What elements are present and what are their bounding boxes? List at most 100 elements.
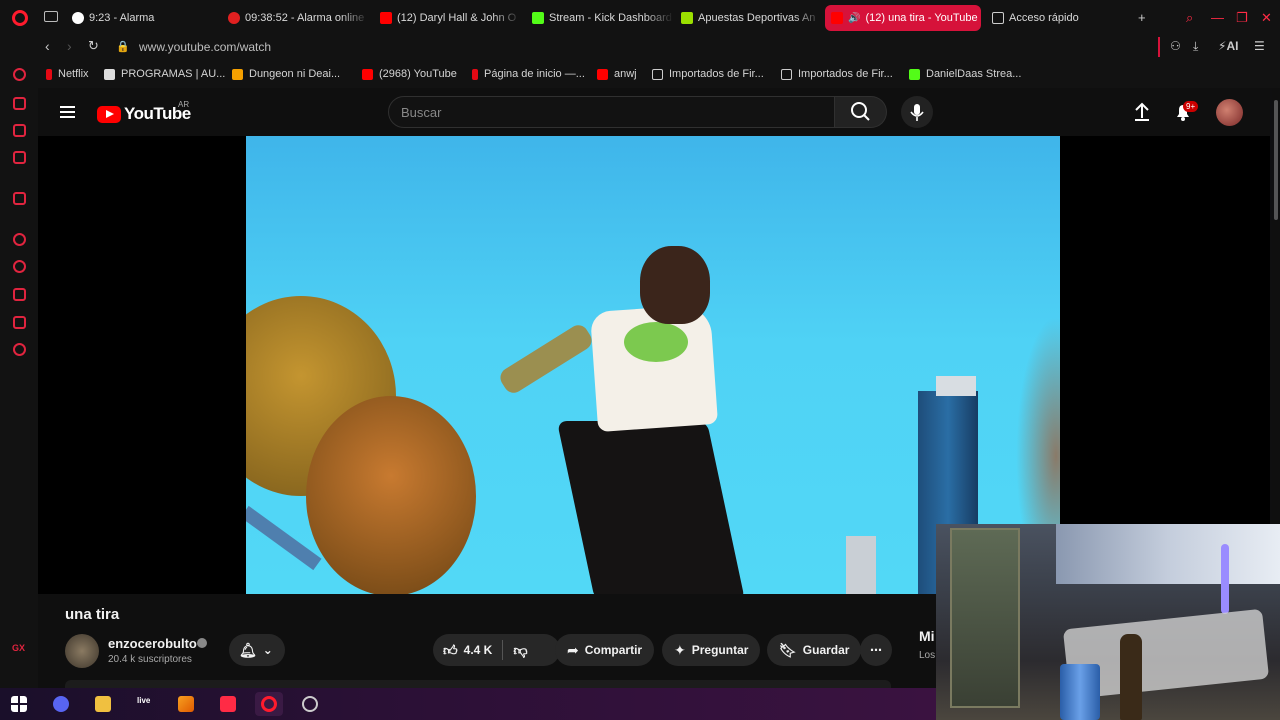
opera-gx-taskbar-button[interactable] — [255, 692, 283, 716]
windows-start-icon[interactable] — [11, 696, 27, 712]
ask-button[interactable]: ✦ Preguntar — [662, 634, 761, 666]
tab-apuestas[interactable]: Apuestas Deportivas An — [675, 5, 823, 31]
menu-hamburger-icon[interactable] — [60, 106, 75, 118]
voice-search-button[interactable] — [901, 96, 933, 128]
bookmark-programas[interactable]: PROGRAMAS | AU... — [104, 68, 225, 80]
description-box[interactable] — [65, 680, 891, 688]
save-label: Guardar — [802, 643, 850, 657]
gx-label[interactable]: GX — [12, 643, 25, 653]
settings-icon[interactable] — [13, 343, 26, 356]
bookmark-anwj[interactable]: anwj — [597, 68, 637, 80]
kick-icon — [532, 12, 544, 24]
tab-label: Acceso rápido — [1009, 12, 1079, 24]
bookmark-label: PROGRAMAS | AU... — [121, 68, 226, 80]
folder-icon — [652, 68, 663, 80]
site-icon — [232, 68, 243, 80]
close-icon[interactable]: ✕ — [1261, 10, 1272, 26]
new-tab-icon[interactable]: + — [1138, 10, 1146, 25]
tab-label: (12) una tira - YouTube — [865, 12, 978, 24]
scrollbar-thumb[interactable] — [1274, 100, 1278, 220]
save-button[interactable]: 🔖︎ Guardar — [767, 634, 862, 666]
webcam-overlay — [936, 524, 1280, 720]
tab-una-tira-active[interactable]: 🔊 (12) una tira - YouTube — [825, 5, 981, 31]
url-field[interactable]: www.youtube.com/watch — [139, 40, 271, 54]
tab-label: Apuestas Deportivas An — [698, 12, 816, 24]
bookmark-pagina-inicio[interactable]: Página de inicio —... — [472, 68, 585, 80]
music-player-icon[interactable] — [13, 151, 26, 164]
like-count[interactable]: 4.4 K — [464, 643, 493, 657]
back-icon[interactable]: ‹ — [45, 38, 50, 54]
download-icon[interactable]: ⤓ — [1193, 39, 1198, 54]
menu-icon[interactable]: ☰ — [1254, 39, 1265, 53]
more-actions-button[interactable]: ⋯ — [860, 634, 892, 666]
opera-logo-icon[interactable] — [12, 10, 28, 26]
tab-kick-dashboard[interactable]: Stream - Kick Dashboard — [526, 5, 674, 31]
share-button[interactable]: ➦ Compartir — [555, 634, 655, 666]
bookmark-danieldaas[interactable]: DanielDaas Strea... — [909, 68, 1021, 80]
tab-search-icon[interactable]: ⌕ — [1186, 10, 1193, 26]
kick-icon — [909, 68, 920, 80]
history-icon[interactable] — [13, 260, 26, 273]
webcam-light — [1221, 544, 1229, 614]
country-code: AR — [178, 100, 190, 109]
minimize-icon[interactable]: — — [1211, 10, 1224, 25]
tab-acceso-rapido[interactable]: Acceso rápido — [986, 5, 1096, 31]
upload-icon[interactable] — [1133, 102, 1151, 122]
webcam-wall — [1056, 524, 1280, 584]
verified-icon — [197, 638, 207, 648]
obs-icon[interactable] — [302, 696, 318, 712]
webcam-can — [1060, 664, 1100, 720]
workspaces-icon[interactable] — [44, 11, 58, 22]
ableton-live-icon[interactable]: live — [137, 696, 159, 712]
bookmark-folder-1[interactable]: Importados de Fir... — [652, 68, 764, 80]
speaker-icon[interactable]: 🔊 — [848, 13, 860, 24]
alarm-icon — [228, 12, 240, 24]
sidebar-subtext: Los — [919, 650, 936, 661]
bookmark-youtube[interactable]: (2968) YouTube — [362, 68, 457, 80]
file-explorer-icon[interactable] — [95, 696, 111, 712]
lock-icon[interactable]: 🔒 — [116, 40, 130, 53]
maximize-icon[interactable]: ❐ — [1236, 10, 1248, 26]
user-avatar[interactable] — [1216, 99, 1243, 126]
site-icon — [104, 68, 115, 80]
tab-daryl-hall[interactable]: (12) Daryl Hall & John O — [374, 5, 522, 31]
bookmark-label: DanielDaas Strea... — [926, 68, 1022, 80]
forward-icon[interactable]: › — [67, 38, 72, 54]
tab-alarma-online[interactable]: 09:38:52 - Alarma online — [222, 5, 370, 31]
tab-alarma[interactable]: 9:23 - Alarma — [66, 5, 216, 31]
aria-ai-button[interactable]: ⚡AI — [1218, 39, 1238, 53]
app-icon[interactable] — [220, 696, 236, 712]
bookmark-netflix[interactable]: Netflix — [46, 68, 89, 80]
account-icon[interactable]: ⚇ — [1170, 39, 1181, 53]
bookmark-icon: 🔖︎ — [779, 641, 797, 658]
speed-dial-icon[interactable] — [13, 68, 26, 81]
channel-avatar[interactable] — [65, 634, 99, 668]
bookmarks-bar: Netflix PROGRAMAS | AU... Dungeon ni Dea… — [0, 60, 1280, 88]
youtube-icon — [362, 68, 373, 80]
bookmark-folder-2[interactable]: Importados de Fir... — [781, 68, 893, 80]
gx-corner-icon[interactable] — [13, 124, 26, 137]
bookmark-dungeon[interactable]: Dungeon ni Deai... — [232, 68, 340, 80]
subscription-bell-button[interactable]: 🔔︎ ⌄ — [229, 634, 285, 666]
gx-control-icon[interactable] — [13, 97, 26, 110]
divider — [502, 640, 504, 660]
tab-label: 9:23 - Alarma — [89, 12, 155, 24]
like-icon[interactable]: 👍︎ — [443, 642, 458, 659]
search-button[interactable] — [835, 96, 887, 128]
search-input[interactable] — [389, 97, 834, 127]
youtube-icon — [597, 68, 608, 80]
downloads-icon[interactable] — [13, 288, 26, 301]
dislike-icon[interactable]: 👎︎ — [513, 642, 527, 659]
player-icon[interactable] — [13, 233, 26, 246]
youtube-icon — [380, 12, 392, 24]
twitch-icon[interactable] — [13, 192, 26, 205]
channel-name[interactable]: enzocerobulto — [108, 636, 197, 651]
reload-icon[interactable]: ↻ — [88, 38, 99, 54]
tab-label: (12) Daryl Hall & John O — [397, 12, 517, 24]
youtube-logo[interactable]: YouTube — [97, 104, 191, 124]
fl-studio-icon[interactable] — [178, 696, 194, 712]
discord-icon[interactable] — [53, 696, 69, 712]
search-box — [388, 96, 835, 128]
extensions-icon[interactable] — [13, 316, 26, 329]
opera-gx-icon — [261, 696, 277, 712]
